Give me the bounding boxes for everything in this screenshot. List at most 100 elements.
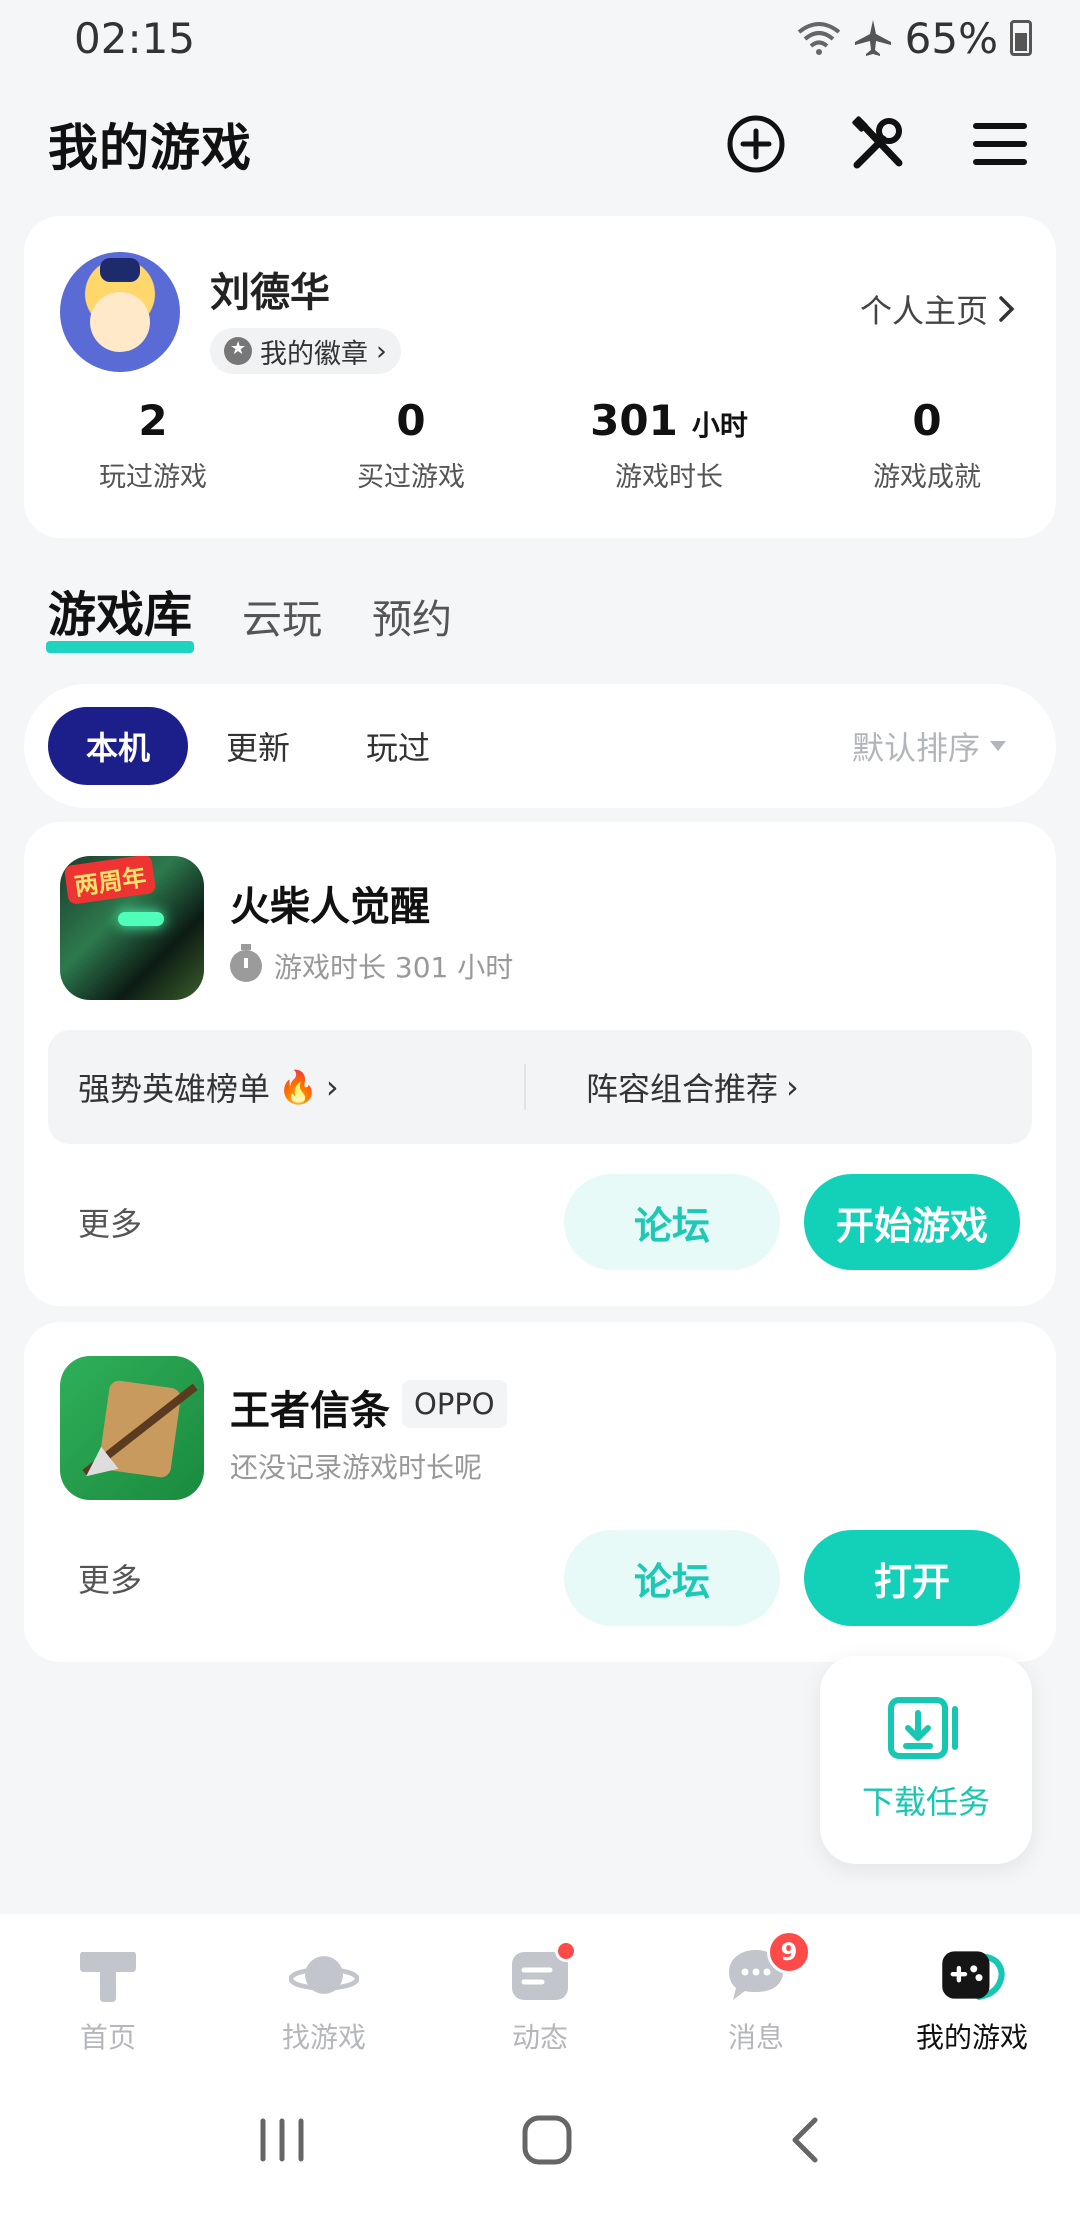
stat-label: 游戏时长 — [615, 462, 723, 493]
avatar[interactable] — [60, 252, 180, 372]
system-nav-bar — [0, 2064, 1080, 2220]
download-icon — [888, 1697, 958, 1759]
tools-icon — [852, 116, 903, 169]
stat-achievements[interactable]: 0 游戏成就 — [798, 396, 1056, 494]
bottom-nav: 首页 找游戏 动态 9 消息 我的游戏 — [0, 1914, 1080, 2064]
caret-down-icon — [990, 741, 1006, 751]
link-label: 强势英雄榜单 — [78, 1070, 271, 1108]
platform-tag: OPPO — [402, 1380, 507, 1428]
fire-icon: 🔥 — [278, 1068, 318, 1106]
sort-dropdown[interactable]: 默认排序 — [852, 723, 1006, 769]
stat-label: 买过游戏 — [357, 462, 465, 493]
homepage-label: 个人主页 — [859, 292, 988, 330]
playtime-text: 游戏时长 301 小时 — [274, 951, 514, 984]
game-name[interactable]: 王者信条 — [230, 1378, 390, 1436]
hamburger-menu-icon — [973, 123, 1027, 165]
game-icon[interactable] — [60, 1356, 204, 1500]
download-task-button[interactable]: 下载任务 — [820, 1656, 1032, 1864]
tab-game-library[interactable]: 游戏库 — [45, 575, 195, 653]
status-bar: 02:15 65% — [0, 0, 1080, 76]
planet-icon — [289, 1956, 359, 1994]
nav-label: 找游戏 — [281, 2021, 366, 2054]
home-icon — [80, 1952, 136, 2002]
recent-apps-icon — [260, 2118, 304, 2162]
filter-bar: 本机 更新 玩过 默认排序 — [24, 684, 1056, 808]
stat-value: 0 — [396, 396, 426, 445]
back-button[interactable] — [787, 2114, 823, 2170]
sort-label: 默认排序 — [851, 729, 980, 767]
back-icon — [792, 2117, 818, 2163]
chevron-right-icon — [999, 296, 1015, 322]
message-count-badge: 9 — [767, 1930, 811, 1974]
download-task-label: 下载任务 — [861, 1783, 990, 1821]
filter-played[interactable]: 玩过 — [328, 707, 468, 785]
battery-percent: 65% — [904, 13, 998, 63]
nav-home[interactable]: 首页 — [0, 1944, 216, 2056]
nav-my-games[interactable]: 我的游戏 — [864, 1944, 1080, 2056]
game-name[interactable]: 火柴人觉醒 — [230, 874, 430, 932]
home-nav-button[interactable] — [521, 2114, 573, 2170]
stat-games-played[interactable]: 2 玩过游戏 — [24, 396, 282, 494]
chevron-right-icon: › — [325, 1068, 339, 1106]
home-circle-icon — [522, 2115, 572, 2165]
nav-label: 首页 — [79, 2021, 136, 2054]
game-icon[interactable]: 两周年 — [60, 856, 204, 1000]
nav-feed[interactable]: 动态 — [432, 1940, 648, 2056]
badge-label: 我的徽章 — [260, 338, 368, 370]
battery-icon — [1010, 20, 1032, 56]
start-game-button[interactable]: 开始游戏 — [804, 1174, 1020, 1270]
chevron-right-icon: › — [376, 335, 387, 367]
personal-homepage-link[interactable]: 个人主页 — [860, 286, 1016, 332]
lineup-recommend-link[interactable]: 阵容组合推荐 › — [524, 1064, 1032, 1110]
app-header: 我的游戏 — [0, 100, 1080, 188]
status-time: 02:15 — [74, 13, 196, 63]
more-button[interactable]: 更多 — [78, 1555, 142, 1601]
game-quick-links: 强势英雄榜单 🔥 › 阵容组合推荐 › — [48, 1030, 1032, 1144]
link-label: 阵容组合推荐 — [586, 1070, 779, 1108]
tab-reservations[interactable]: 预约 — [372, 587, 452, 645]
chevron-right-icon: › — [786, 1068, 799, 1106]
filter-updates[interactable]: 更新 — [188, 707, 328, 785]
my-badges-button[interactable]: 我的徽章 › — [210, 328, 401, 374]
nav-label: 消息 — [727, 2021, 784, 2054]
game-playtime: 游戏时长 301 小时 — [230, 944, 514, 986]
stat-value: 2 — [138, 396, 168, 445]
stat-label: 玩过游戏 — [99, 462, 207, 493]
stat-unit: 小时 — [691, 409, 748, 442]
nav-label: 我的游戏 — [915, 2021, 1028, 2054]
filter-local[interactable]: 本机 — [48, 707, 189, 785]
tab-cloud-play[interactable]: 云玩 — [242, 587, 322, 645]
add-button[interactable] — [724, 112, 788, 176]
page-title: 我的游戏 — [48, 119, 252, 177]
wifi-icon — [797, 22, 840, 55]
game-card: 王者信条 OPPO 还没记录游戏时长呢 更多 论坛 打开 — [24, 1322, 1056, 1662]
notification-dot — [555, 1940, 577, 1962]
gamepad-icon — [942, 1951, 1005, 2000]
menu-button[interactable] — [968, 112, 1032, 176]
more-button[interactable]: 更多 — [78, 1199, 142, 1245]
profile-card: 刘德华 我的徽章 › 个人主页 2 玩过游戏 0 买过游戏 301 小时 游戏时长… — [24, 216, 1056, 538]
profile-stats: 2 玩过游戏 0 买过游戏 301 小时 游戏时长 0 游戏成就 — [24, 396, 1056, 494]
stat-games-bought[interactable]: 0 买过游戏 — [282, 396, 540, 494]
stat-value: 0 — [912, 396, 942, 445]
stat-play-time[interactable]: 301 小时 游戏时长 — [540, 396, 798, 494]
medal-icon — [224, 337, 252, 365]
library-tabs: 游戏库 云玩 预约 — [45, 575, 452, 653]
hero-ranking-link[interactable]: 强势英雄榜单 🔥 › — [48, 1064, 524, 1110]
anniversary-tag: 两周年 — [63, 856, 157, 905]
nav-label: 动态 — [511, 2021, 568, 2054]
open-game-button[interactable]: 打开 — [804, 1530, 1020, 1626]
nav-find-games[interactable]: 找游戏 — [216, 1944, 432, 2056]
nav-messages[interactable]: 9 消息 — [648, 1930, 864, 2056]
forum-button[interactable]: 论坛 — [564, 1530, 780, 1626]
stopwatch-icon — [230, 944, 262, 982]
stat-label: 游戏成就 — [873, 462, 981, 493]
tools-button[interactable] — [846, 112, 910, 176]
status-icons: 65% — [797, 14, 1032, 63]
forum-button[interactable]: 论坛 — [564, 1174, 780, 1270]
user-name: 刘德华 — [210, 270, 330, 316]
stat-value: 301 — [590, 396, 678, 445]
game-playtime: 还没记录游戏时长呢 — [230, 1451, 483, 1484]
game-card: 两周年 火柴人觉醒 游戏时长 301 小时 强势英雄榜单 🔥 › 阵容组合推荐 … — [24, 822, 1056, 1306]
recent-apps-button[interactable] — [257, 2117, 307, 2167]
